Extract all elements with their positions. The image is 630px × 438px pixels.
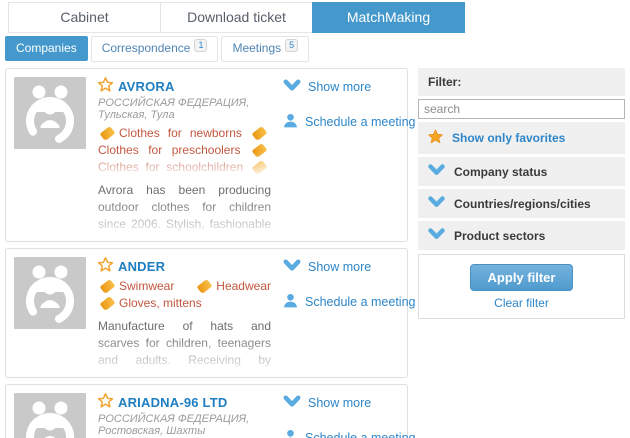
filter-section-company-status[interactable]: Company status [418, 157, 625, 186]
company-tags: Clothes for newborns Clothes for prescho… [98, 125, 271, 176]
show-only-favorites-toggle[interactable]: Show only favorites [418, 122, 625, 154]
chevron-down-icon [428, 228, 445, 243]
apply-filter-button[interactable]: Apply filter [470, 264, 574, 291]
chevron-down-icon [283, 79, 301, 95]
subtab-correspondence-label: Correspondence [102, 41, 191, 55]
tag-icon [252, 143, 268, 158]
schedule-meeting-label: Schedule a meeting [305, 295, 416, 309]
company-card: ARIADNA-96 LTD РОССИЙСКАЯ ФЕДЕРАЦИЯ, Рос… [5, 384, 408, 438]
filter-actions: Apply filter Clear filter [418, 254, 625, 319]
company-name-link[interactable]: ARIADNA-96 LTD [118, 395, 227, 410]
schedule-meeting-button[interactable]: Schedule a meeting [283, 113, 399, 131]
people-group-icon [14, 393, 86, 438]
tab-cabinet[interactable]: Cabinet [8, 2, 161, 33]
tag-icon [197, 279, 213, 294]
company-actions: Show more Schedule a meeting [283, 77, 399, 233]
subtab-meetings-label: Meetings [232, 41, 281, 55]
filter-section-product-sectors[interactable]: Product sectors [418, 221, 625, 250]
filter-title-label: Filter: [428, 75, 461, 89]
subtab-meetings[interactable]: Meetings 5 [221, 36, 309, 62]
tab-matchmaking[interactable]: MatchMaking [312, 2, 465, 33]
filter-section-label: Countries/regions/cities [454, 197, 591, 211]
company-actions: Show more Schedule a meeting [283, 393, 399, 438]
company-info: ANDER Swimwear Headwear Gloves, mittens … [98, 257, 271, 369]
chevron-down-icon [283, 395, 301, 411]
show-more-label: Show more [308, 80, 371, 94]
company-description: Manufacture of hats and scarves for chil… [98, 318, 271, 369]
tag-icon [252, 126, 268, 141]
schedule-meeting-button[interactable]: Schedule a meeting [283, 293, 399, 311]
main-content: AVRORA РОССИЙСКАЯ ФЕДЕРАЦИЯ, Тульская, Т… [0, 62, 630, 438]
company-name-link[interactable]: ANDER [118, 259, 165, 274]
people-group-icon [14, 77, 86, 149]
top-tab-bar: Cabinet Download ticket MatchMaking [8, 2, 630, 33]
company-info: AVRORA РОССИЙСКАЯ ФЕДЕРАЦИЯ, Тульская, Т… [98, 77, 271, 233]
company-actions: Show more Schedule a meeting [283, 257, 399, 369]
meetings-count-badge: 5 [285, 39, 298, 52]
show-more-button[interactable]: Show more [283, 259, 399, 275]
schedule-meeting-button[interactable]: Schedule a meeting [283, 429, 399, 438]
product-tag: Swimwear [98, 279, 174, 293]
search-input[interactable] [418, 99, 625, 119]
subtab-companies[interactable]: Companies [5, 36, 88, 61]
company-description: Avrora has been producing outdoor clothe… [98, 182, 271, 233]
show-only-favorites-label: Show only favorites [452, 131, 565, 145]
product-tag: Gloves, mittens [98, 296, 202, 310]
company-card: ANDER Swimwear Headwear Gloves, mittens … [5, 248, 408, 378]
chevron-down-icon [283, 259, 301, 275]
company-name-link[interactable]: AVRORA [118, 79, 175, 94]
company-location: РОССИЙСКАЯ ФЕДЕРАЦИЯ, Ростовская, Шахты [98, 413, 271, 437]
tag-icon [100, 126, 116, 141]
subtab-correspondence[interactable]: Correspondence1 [91, 36, 219, 62]
company-info: ARIADNA-96 LTD РОССИЙСКАЯ ФЕДЕРАЦИЯ, Рос… [98, 393, 271, 438]
company-list: AVRORA РОССИЙСКАЯ ФЕДЕРАЦИЯ, Тульская, Т… [5, 68, 408, 438]
favorite-star-icon[interactable] [98, 77, 113, 95]
show-more-label: Show more [308, 396, 371, 410]
filter-title: Filter: [418, 68, 625, 96]
show-more-button[interactable]: Show more [283, 79, 399, 95]
filter-section-label: Product sectors [454, 229, 545, 243]
company-location: РОССИЙСКАЯ ФЕДЕРАЦИЯ, Тульская, Тула [98, 97, 271, 121]
schedule-meeting-label: Schedule a meeting [305, 115, 416, 129]
product-tag: Headwear [195, 279, 271, 293]
people-group-icon [14, 257, 86, 329]
filter-panel: Filter: Show only favorites Company stat… [418, 68, 625, 319]
person-icon [283, 113, 298, 131]
show-more-button[interactable]: Show more [283, 395, 399, 411]
filter-search [418, 99, 625, 119]
product-tag: Clothes for teenagers [98, 160, 271, 176]
tag-icon [100, 296, 116, 311]
star-icon [428, 129, 443, 147]
company-tags: Swimwear Headwear Gloves, mittens [98, 278, 271, 312]
chevron-down-icon [428, 196, 445, 211]
favorite-star-icon[interactable] [98, 257, 113, 275]
schedule-meeting-label: Schedule a meeting [305, 431, 416, 438]
company-card: AVRORA РОССИЙСКАЯ ФЕДЕРАЦИЯ, Тульская, Т… [5, 68, 408, 242]
filter-section-label: Company status [454, 165, 547, 179]
filter-section-countries[interactable]: Countries/regions/cities [418, 189, 625, 218]
person-icon [283, 429, 298, 438]
person-icon [283, 293, 298, 311]
product-tag: Clothes for newborns [98, 126, 242, 140]
chevron-down-icon [428, 164, 445, 179]
correspondence-count-badge: 1 [194, 39, 207, 52]
tag-icon [100, 279, 116, 294]
sub-tab-bar: Companies Correspondence1 Meetings 5 [5, 36, 630, 62]
tag-icon [252, 160, 268, 175]
favorite-star-icon[interactable] [98, 393, 113, 411]
clear-filter-link[interactable]: Clear filter [419, 296, 624, 310]
tab-download-ticket[interactable]: Download ticket [160, 2, 313, 33]
show-more-label: Show more [308, 260, 371, 274]
